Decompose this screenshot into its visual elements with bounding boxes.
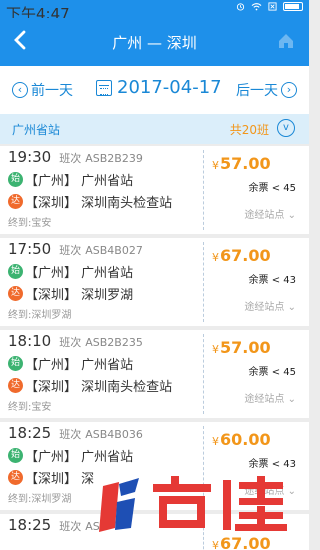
page-title: 广州 — 深圳: [112, 34, 197, 52]
start-station: 【广州】 广州省站: [25, 265, 134, 281]
bus-number-label: 班次: [59, 520, 82, 533]
start-station: 【广州】 广州省站: [25, 173, 134, 189]
seats-remaining: 余票 < 45: [248, 367, 296, 378]
chevron-down-icon: ⌄: [287, 302, 296, 313]
price-value: 67.00: [220, 246, 271, 265]
price-value: 67.00: [220, 534, 271, 550]
bus-number: ASB4B036: [85, 428, 143, 441]
departure-time: 18:25: [8, 516, 52, 534]
price: ¥67.00: [212, 534, 304, 550]
trip-card[interactable]: 18:10 班次 ASB2B235 始【广州】 广州省站 达【深圳】 深圳南头检查站…: [0, 330, 309, 418]
station-name: 广州省站: [12, 123, 61, 137]
trip-card[interactable]: 17:50 班次 ASB4B027 始【广州】 广州省站 达【深圳】 深圳罗湖 终到…: [0, 238, 309, 326]
selected-date: 2017-04-17: [117, 77, 222, 98]
prev-day-button[interactable]: ‹ 前一天: [12, 80, 73, 100]
currency-symbol: ¥: [212, 159, 219, 172]
bus-number-label: 班次: [59, 336, 82, 349]
trip-info: 19:30 班次 ASB2B239 始【广州】 广州省站 达【深圳】 深圳南头检查站…: [8, 148, 198, 229]
end-station: 【深圳】 深圳罗湖: [25, 287, 134, 303]
currency-symbol: ¥: [212, 251, 219, 264]
price-value: 57.00: [220, 154, 271, 173]
end-station: 【深圳】 深圳南头检查站: [25, 195, 173, 211]
next-day-label: 后一天: [236, 83, 278, 99]
trip-count: 共20班: [229, 123, 269, 137]
next-day-button[interactable]: 后一天 ›: [236, 80, 297, 100]
final-destination: 终到:宝安: [8, 402, 52, 413]
divider: [203, 242, 204, 322]
trip-card[interactable]: 19:30 班次 ASB2B239 始【广州】 广州省站 达【深圳】 深圳南头检查站…: [0, 146, 309, 234]
price-value: 57.00: [220, 338, 271, 357]
divider: [203, 334, 204, 414]
end-badge: 达: [8, 469, 23, 485]
bus-number-label: 班次: [59, 428, 82, 441]
date-picker[interactable]: 2017-04-17: [96, 77, 222, 98]
start-station: 【广州】 广州省站: [25, 449, 134, 465]
departure-time: 18:10: [8, 332, 52, 350]
chevron-right-icon: ›: [281, 82, 297, 98]
alarm-icon: [236, 3, 245, 11]
station-filter-bar[interactable]: 广州省站 共20班 v: [0, 114, 309, 144]
waypoints-toggle[interactable]: 途经站点 ⌄: [212, 390, 304, 405]
price: ¥67.00: [212, 246, 304, 265]
currency-symbol: ¥: [212, 343, 219, 356]
wifi-icon: [251, 3, 262, 11]
calendar-icon: [96, 79, 112, 96]
trip-info: 17:50 班次 ASB4B027 始【广州】 广州省站 达【深圳】 深圳罗湖 终到…: [8, 240, 198, 321]
chevron-down-icon[interactable]: v: [277, 119, 295, 137]
waypoints-label: 途经站点: [244, 210, 285, 221]
start-badge: 始: [8, 447, 23, 463]
currency-symbol: ¥: [212, 539, 219, 550]
departure-time: 19:30: [8, 148, 52, 166]
waypoints-toggle[interactable]: 途经站点 ⌄: [212, 206, 304, 221]
trip-price-block: ¥57.00 余票 < 45 途经站点 ⌄: [212, 338, 304, 405]
price: ¥57.00: [212, 338, 304, 357]
home-icon[interactable]: [277, 32, 295, 50]
nav-bar: 广州 — 深圳: [0, 18, 309, 66]
divider: [203, 150, 204, 230]
seats-remaining: 余票 < 45: [248, 183, 296, 194]
chevron-down-icon: ⌄: [287, 394, 296, 405]
battery-icon: [283, 2, 303, 11]
seats-remaining: 余票 < 43: [248, 275, 296, 286]
price: ¥60.00: [212, 430, 304, 449]
bus-number: ASB2B235: [85, 336, 143, 349]
status-icons: [236, 2, 303, 11]
end-station: 【深圳】 深圳南头检查站: [25, 379, 173, 395]
waypoints-label: 途经站点: [244, 302, 285, 313]
bus-number: ASB4B027: [85, 244, 143, 257]
start-badge: 始: [8, 263, 23, 279]
date-bar: ‹ 前一天 2017-04-17 后一天 ›: [0, 66, 309, 114]
bus-number-label: 班次: [59, 244, 82, 257]
chevron-left-icon: ‹: [12, 82, 28, 98]
price: ¥57.00: [212, 154, 304, 173]
bus-number-label: 班次: [59, 152, 82, 165]
trip-info: 18:10 班次 ASB2B235 始【广州】 广州省站 达【深圳】 深圳南头检查站…: [8, 332, 198, 413]
start-badge: 始: [8, 171, 23, 187]
currency-symbol: ¥: [212, 435, 219, 448]
final-destination: 终到:深圳罗湖: [8, 310, 72, 321]
start-badge: 始: [8, 355, 23, 371]
trip-price-block: ¥67.00 余票 < 43 途经站点 ⌄: [212, 246, 304, 313]
departure-time: 18:25: [8, 424, 52, 442]
prev-day-label: 前一天: [31, 83, 73, 99]
end-station: 【深圳】 深: [25, 471, 95, 487]
no-sim-icon: [268, 2, 277, 11]
departure-time: 17:50: [8, 240, 52, 258]
waypoints-label: 途经站点: [244, 394, 285, 405]
final-destination: 终到:宝安: [8, 218, 52, 229]
price-value: 60.00: [220, 430, 271, 449]
end-badge: 达: [8, 285, 23, 301]
trip-price-block: ¥57.00 余票 < 45 途经站点 ⌄: [212, 154, 304, 221]
watermark-logo: [99, 476, 287, 532]
seats-remaining: 余票 < 43: [248, 459, 296, 470]
bus-number: ASB2B239: [85, 152, 143, 165]
start-station: 【广州】 广州省站: [25, 357, 134, 373]
end-badge: 达: [8, 377, 23, 393]
chevron-down-icon: ⌄: [287, 210, 296, 221]
status-bar: 下午4:47: [0, 0, 309, 23]
waypoints-toggle[interactable]: 途经站点 ⌄: [212, 298, 304, 313]
end-badge: 达: [8, 193, 23, 209]
